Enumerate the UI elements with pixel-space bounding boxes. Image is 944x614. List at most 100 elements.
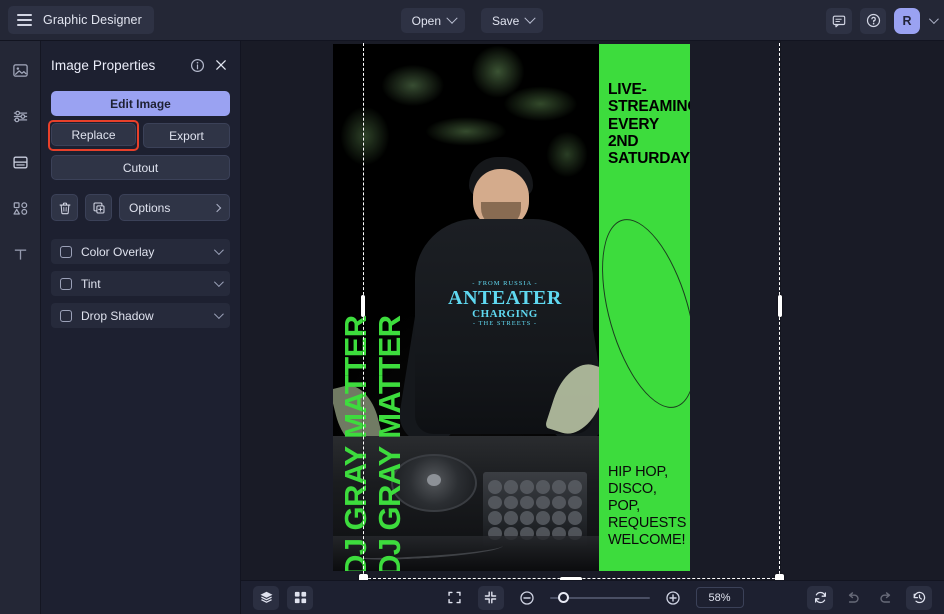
color-overlay-checkbox[interactable]: [60, 245, 72, 258]
mixer-knobs: [488, 480, 582, 540]
app-window: Graphic Designer Open Save R Image Prope…: [0, 0, 944, 614]
sidebar-item-image[interactable]: [5, 55, 35, 85]
refresh-icon: [814, 591, 826, 604]
redo-button[interactable]: [873, 586, 899, 610]
undo-icon: [848, 591, 859, 603]
chevron-down-icon[interactable]: [928, 14, 939, 25]
avatar[interactable]: R: [894, 7, 920, 34]
sliders-icon: [13, 110, 27, 122]
close-button[interactable]: [212, 56, 230, 74]
history-button[interactable]: [906, 585, 932, 610]
shirt-main-text: ANTEATER: [448, 287, 562, 309]
object-tools-row: Options: [51, 194, 230, 221]
effect-color-overlay[interactable]: Color Overlay: [51, 239, 230, 264]
turntable-center: [427, 474, 441, 486]
shapes-icon: [12, 201, 27, 215]
redo-icon: [880, 591, 891, 603]
cutout-button[interactable]: Cutout: [51, 155, 230, 180]
zoom-slider-track[interactable]: [549, 591, 650, 603]
ellipse-shape[interactable]: [583, 208, 690, 419]
hamburger-icon: [17, 14, 32, 26]
comment-icon: [832, 15, 846, 27]
layout-icon: [12, 156, 28, 168]
image-properties-panel: Image Properties Edit Image Replace Expo…: [41, 41, 241, 614]
replace-export-row: Replace Export: [48, 120, 230, 151]
chevron-right-icon: [212, 203, 222, 212]
zoom-slider-knob[interactable]: [557, 591, 569, 603]
options-button[interactable]: Options: [119, 194, 230, 221]
panel-header: Image Properties: [51, 53, 230, 77]
sidebar-item-layout[interactable]: [5, 147, 35, 177]
zoom-out-icon: [519, 590, 534, 605]
open-button[interactable]: Open: [400, 8, 465, 33]
chevron-down-icon[interactable]: [213, 309, 224, 320]
trash-icon: [59, 202, 70, 214]
artboard[interactable]: - FROM RUSSIA - ANTEATER CHARGING - THE …: [333, 44, 690, 571]
shrink-icon: [484, 591, 497, 604]
duplicate-button[interactable]: [85, 194, 112, 221]
layers-button[interactable]: [253, 585, 279, 610]
effect-drop-shadow[interactable]: Drop Shadow: [51, 303, 230, 328]
delete-button[interactable]: [51, 194, 78, 221]
comment-button[interactable]: [826, 7, 852, 34]
undo-button[interactable]: [840, 586, 866, 610]
resize-handle-middle-right[interactable]: [778, 295, 782, 317]
info-button[interactable]: [188, 56, 206, 74]
shirt-mid-text: CHARGING: [472, 308, 538, 320]
chevron-down-icon: [524, 12, 537, 24]
sidebar-item-adjust[interactable]: [5, 101, 35, 131]
headline-text[interactable]: LIVE- STREAMING EVERY 2ND SATURDAY: [608, 81, 690, 168]
edit-image-button[interactable]: Edit Image: [51, 91, 230, 116]
bottom-bar-left: [253, 585, 313, 610]
info-circle-icon: [190, 58, 204, 72]
image-icon: [12, 63, 28, 77]
page-title: Image Properties: [51, 57, 156, 73]
zoom-slider[interactable]: [549, 591, 650, 603]
text-icon: [14, 248, 26, 260]
zoom-in-icon: [665, 590, 680, 605]
replace-button[interactable]: Replace: [51, 123, 136, 146]
fit-screen-button[interactable]: [442, 586, 468, 610]
export-button[interactable]: Export: [143, 123, 230, 148]
app-title: Graphic Designer: [43, 13, 142, 27]
top-bar: Graphic Designer Open Save R: [0, 0, 944, 41]
effect-label: Color Overlay: [81, 244, 155, 259]
zoom-in-button[interactable]: [660, 586, 686, 610]
app-menu-button[interactable]: Graphic Designer: [8, 6, 154, 34]
dj-photo[interactable]: - FROM RUSSIA - ANTEATER CHARGING - THE …: [333, 44, 599, 571]
history-icon: [913, 591, 925, 604]
help-circle-icon: [866, 13, 880, 28]
chevron-down-icon: [446, 12, 458, 24]
save-button[interactable]: Save: [481, 8, 544, 33]
help-button[interactable]: [860, 7, 886, 34]
effects-list: Color Overlay Tint Drop Shadow: [51, 239, 230, 328]
shirt-graphic: - FROM RUSSIA - ANTEATER CHARGING - THE …: [448, 256, 562, 352]
close-icon: [216, 60, 226, 70]
layers-icon: [260, 591, 272, 603]
sidebar-item-text[interactable]: [5, 239, 35, 269]
shirt-bottom-text: - THE STREETS -: [472, 320, 538, 327]
fit-screen-icon: [448, 591, 461, 604]
tint-checkbox[interactable]: [60, 277, 72, 290]
grid-view-button[interactable]: [287, 585, 313, 610]
save-label: Save: [492, 13, 520, 28]
zoom-out-button[interactable]: [514, 586, 540, 610]
effect-label: Drop Shadow: [81, 308, 154, 323]
sidebar-item-elements[interactable]: [5, 193, 35, 223]
open-label: Open: [411, 13, 441, 28]
bottom-bar: 58%: [241, 580, 944, 614]
options-label: Options: [129, 200, 171, 215]
top-bar-right: R: [826, 0, 939, 41]
refresh-button[interactable]: [807, 585, 833, 610]
zoom-level-value[interactable]: 58%: [695, 587, 744, 608]
duplicate-icon: [92, 201, 105, 214]
chevron-down-icon[interactable]: [213, 245, 224, 256]
effect-tint[interactable]: Tint: [51, 271, 230, 296]
canvas-stage[interactable]: - FROM RUSSIA - ANTEATER CHARGING - THE …: [241, 41, 944, 580]
replace-highlight: Replace: [48, 120, 139, 151]
footer-text[interactable]: HIP HOP, DISCO, POP, REQUESTS WELCOME!: [608, 464, 690, 550]
green-panel[interactable]: LIVE- STREAMING EVERY 2ND SATURDAY HIP H…: [583, 44, 690, 571]
chevron-down-icon[interactable]: [213, 277, 224, 288]
drop-shadow-checkbox[interactable]: [60, 309, 72, 322]
shrink-button[interactable]: [477, 585, 504, 610]
